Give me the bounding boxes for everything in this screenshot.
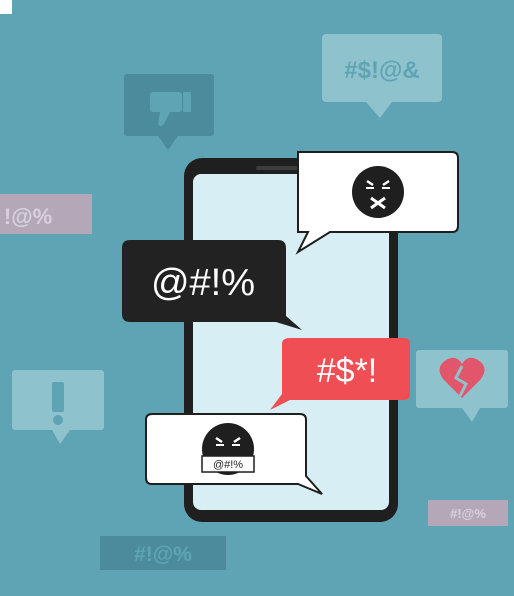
censored-face-text: @#!%: [213, 459, 243, 471]
bg-bubble-bottom-right-text: #!@%: [450, 506, 486, 521]
corner-patch: [0, 0, 12, 14]
dark-bubble: @#!%: [122, 240, 302, 330]
red-bubble-text: #$*!: [317, 352, 378, 390]
bg-bubble-top-right-text: #$!@&: [344, 57, 419, 84]
exclamation-icon: [52, 382, 64, 425]
bg-bubble-thumbs-down: [124, 74, 214, 150]
bg-bubble-broken-heart: [416, 350, 508, 422]
illustration: #$!@& !@% #!@% #!@% @#!% #$*! @#!%: [0, 0, 514, 596]
dark-bubble-text: @#!%: [151, 262, 255, 304]
bg-bubble-bottom-left: #!@%: [100, 536, 226, 570]
bg-bubble-bottom-right: #!@%: [428, 500, 508, 526]
red-bubble: #$*!: [270, 338, 410, 410]
bg-bubble-top-right: #$!@&: [322, 34, 442, 118]
bg-bubble-exclamation: [12, 370, 104, 444]
bg-bubble-bottom-left-text: #!@%: [134, 543, 192, 566]
censored-bubble: @#!%: [145, 413, 323, 495]
bg-bubble-left: !@%: [0, 194, 92, 234]
bg-bubble-left-text: !@%: [4, 204, 52, 229]
illustration-svg: #$!@& !@% #!@% #!@% @#!% #$*! @#!%: [0, 34, 508, 570]
censored-face-icon: @#!%: [201, 423, 255, 475]
angry-face-icon: [352, 166, 404, 218]
